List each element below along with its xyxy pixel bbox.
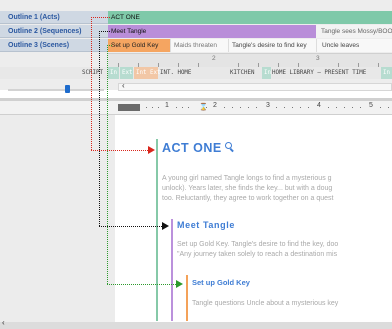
editor-ruler-number: 3	[266, 102, 270, 109]
scene-block-uncle-leaves[interactable]: Uncle leaves	[316, 39, 392, 52]
editor-ruler: 1 ⌛ 2 3 4 5	[0, 101, 392, 115]
ruler-dot	[188, 107, 189, 108]
sequence-summary-line: Set up Gold Key. Tangle's desire to find…	[177, 241, 339, 248]
sequence-connector-arrow-icon	[162, 222, 169, 230]
ruler-dot	[308, 107, 309, 108]
ruler-dot	[240, 107, 241, 108]
act-summary[interactable]: A young girl named Tangle longs to find …	[162, 174, 392, 204]
editor-panel: 1 ⌛ 2 3 4 5 ‹	[0, 101, 392, 329]
act-connector-line	[91, 17, 110, 18]
ruler-dot	[176, 107, 177, 108]
sequence-block-tangle-sees-mossy[interactable]: Tangle sees Mossy/BOO	[316, 25, 392, 38]
sequence-connector-line	[99, 226, 162, 227]
sequence-level-bar	[171, 219, 173, 321]
scene-block-tangles-desire[interactable]: Tangle's desire to find key	[228, 39, 316, 52]
ruler-dot	[152, 107, 153, 108]
ruler-dot	[300, 107, 301, 108]
editor-ruler-number: 5	[369, 102, 373, 109]
script-track: SCRIPT In Ext Int Ext INT. HOME KITCHEN …	[0, 67, 392, 79]
ruler-dot	[388, 107, 389, 108]
ruler-dot	[344, 107, 345, 108]
editor-ruler-number: 1	[165, 102, 169, 109]
ruler-dot	[336, 107, 337, 108]
script-chip[interactable]: In	[262, 67, 271, 79]
scene-summary-line: Tangle questions Uncle about a mysteriou…	[192, 300, 339, 307]
ruler-dot	[256, 107, 257, 108]
scene-track: Set up Gold Key Maids threaten Tangle's …	[108, 39, 392, 52]
sequence-connector-line	[99, 31, 100, 226]
ruler-dot	[158, 107, 159, 108]
script-heading[interactable]: INT. HOME	[160, 67, 226, 79]
chevron-left-icon[interactable]: ‹	[2, 318, 5, 327]
ruler-dot	[232, 107, 233, 108]
ruler-dot	[248, 107, 249, 108]
act-connector-arrow-icon	[148, 146, 155, 154]
sequence-track: Meet Tangle Tangle sees Mossy/BOO	[108, 25, 392, 38]
act-track: ACT ONE	[108, 11, 392, 24]
ruler-dot	[380, 107, 381, 108]
act-summary-line: too. Reluctantly, they agree to work tog…	[162, 195, 334, 202]
ruler-dot	[146, 107, 147, 108]
ruler-dot	[328, 107, 329, 108]
ruler-dot	[292, 107, 293, 108]
ruler-dot	[276, 107, 277, 108]
scene-block-set-up-gold-key[interactable]: Set up Gold Key	[108, 39, 170, 52]
scene-level-bar	[186, 275, 188, 321]
timeline-ruler: 2 3	[108, 53, 392, 67]
act-connector-line	[91, 17, 92, 150]
sequence-heading[interactable]: Meet Tangle	[177, 220, 235, 230]
sequence-connector-line	[99, 31, 110, 32]
script-chip[interactable]: Int Ext	[134, 67, 160, 79]
scene-heading[interactable]: Set up Gold Key	[192, 278, 250, 287]
script-chip[interactable]: Ext	[120, 67, 133, 79]
act-summary-line: unlock). Years later, she finds the key.…	[162, 185, 333, 192]
ruler-dot	[360, 107, 361, 108]
search-icon[interactable]	[224, 142, 234, 152]
ruler-dot	[182, 107, 183, 108]
zoom-slider-thumb[interactable]	[65, 85, 70, 93]
sequence-block-meet-tangle[interactable]: Meet Tangle	[108, 25, 316, 38]
act-level-bar	[156, 139, 158, 321]
script-chip[interactable]: In	[108, 67, 119, 79]
timeline-horizontal-scrollbar[interactable]: ‹	[118, 81, 392, 91]
editor-ruler-number: 2	[213, 102, 217, 109]
script-heading[interactable]: HOME LIBRARY – PRESENT TIME	[272, 67, 380, 79]
script-chip[interactable]: In	[381, 67, 392, 79]
scene-connector-arrow-icon	[176, 280, 183, 288]
scene-block-maids-threaten[interactable]: Maids threaten	[170, 39, 228, 52]
sequence-summary[interactable]: Set up Gold Key. Tangle's desire to find…	[177, 240, 392, 260]
timeline-ruler-number: 3	[316, 55, 320, 62]
script-track-label: SCRIPT	[82, 70, 103, 76]
sequence-summary-line: "Any journey taken solely to reach a des…	[177, 251, 338, 258]
timeline-ruler-number: 2	[212, 55, 216, 62]
ruler-dot	[284, 107, 285, 108]
editor-horizontal-scrollbar[interactable]: ‹	[0, 318, 392, 329]
scene-summary[interactable]: Tangle questions Uncle about a mysteriou…	[192, 299, 392, 309]
act-heading[interactable]: ACT ONE	[162, 141, 234, 155]
act-block-act-one[interactable]: ACT ONE	[108, 11, 392, 24]
timeline-panel: Outline 1 (Acts) Outline 2 (Sequences) O…	[0, 0, 392, 93]
chevron-left-icon[interactable]: ‹	[122, 81, 125, 90]
scene-connector-line	[107, 284, 176, 285]
ruler-dot	[206, 107, 207, 108]
ruler-dot	[224, 107, 225, 108]
ruler-dot	[352, 107, 353, 108]
editor-ruler-number: 4	[317, 102, 321, 109]
script-heading[interactable]: KITCHEN	[230, 67, 262, 79]
act-summary-line: A young girl named Tangle longs to find …	[162, 175, 332, 182]
scene-connector-line	[107, 45, 108, 284]
act-heading-text: ACT ONE	[162, 141, 222, 155]
ruler-margin-marker[interactable]	[118, 104, 140, 111]
zoom-slider-track[interactable]	[8, 89, 104, 91]
